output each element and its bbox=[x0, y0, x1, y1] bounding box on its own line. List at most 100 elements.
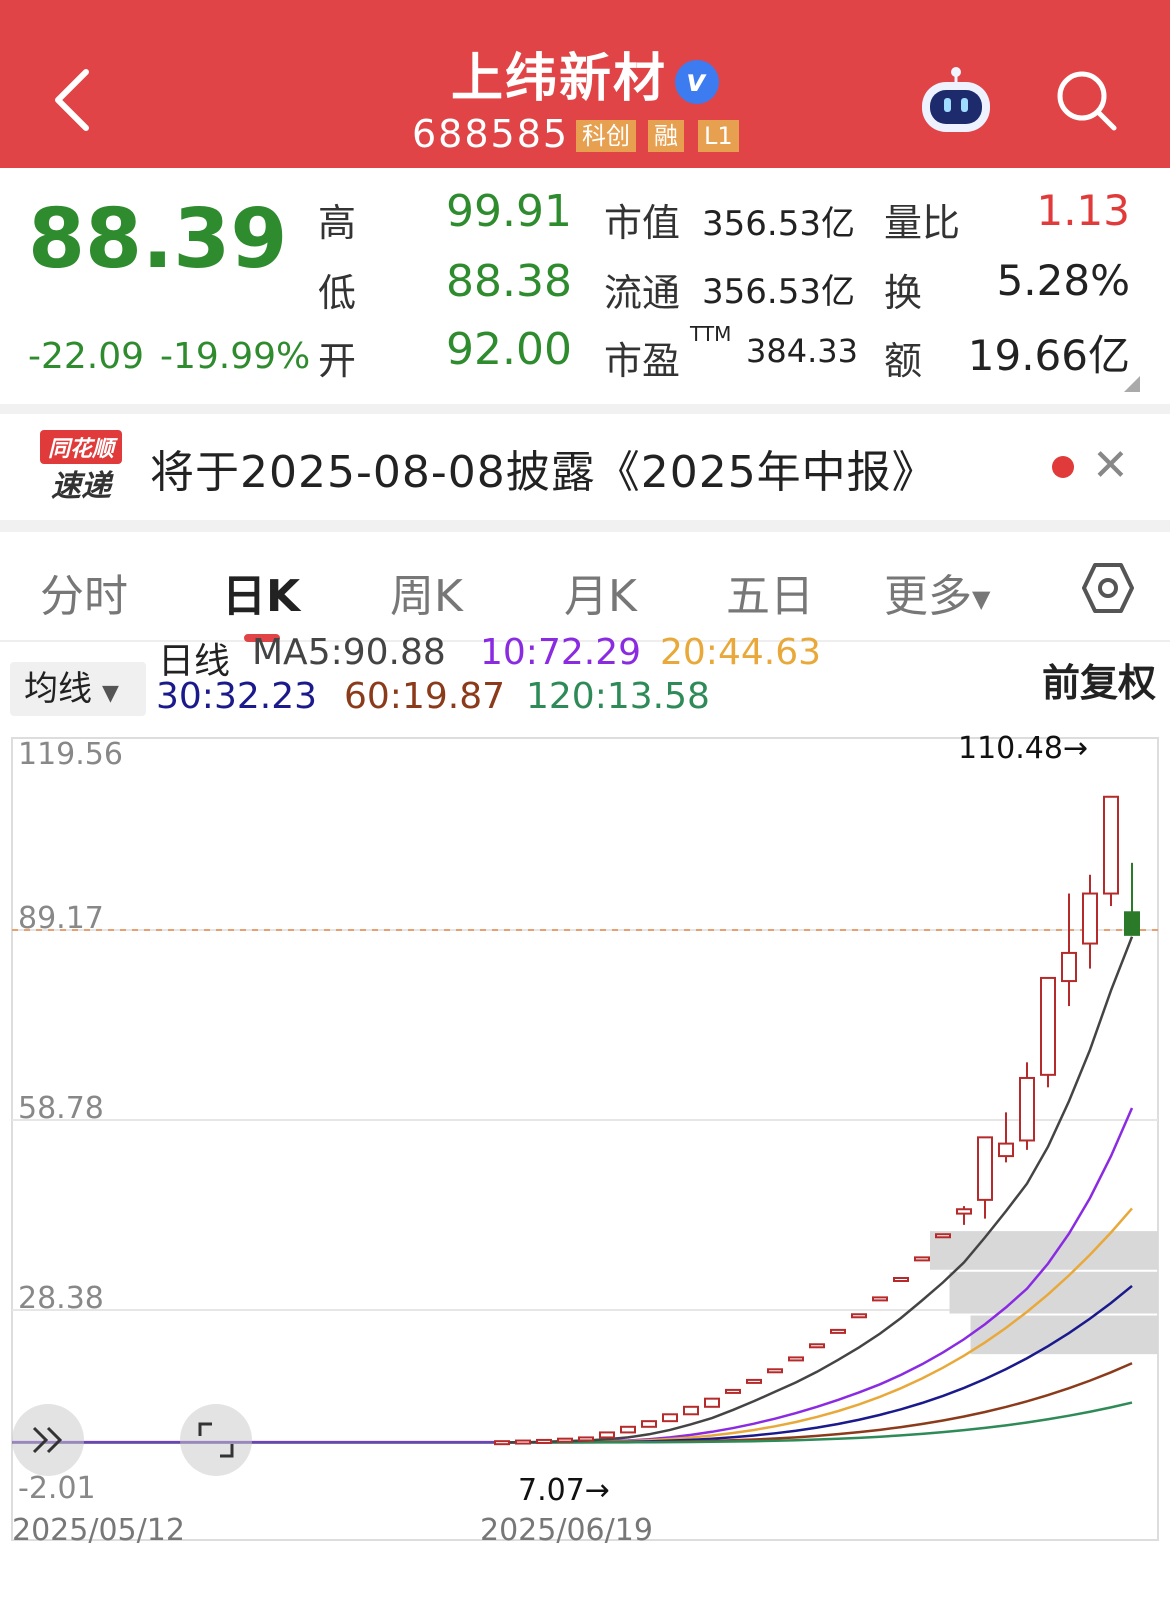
svg-text:速递: 速递 bbox=[51, 469, 114, 504]
svg-text:同花顺: 同花顺 bbox=[48, 437, 118, 462]
close-icon[interactable]: ✕ bbox=[1092, 440, 1129, 491]
open-value: 92.00 bbox=[446, 324, 572, 375]
candle-body bbox=[788, 1356, 804, 1362]
tab-daily-k[interactable]: 日K bbox=[222, 560, 300, 624]
divider bbox=[0, 404, 1170, 414]
ma120-value: 120:13.58 bbox=[526, 676, 710, 717]
tag-star-market: 科创 bbox=[576, 120, 636, 152]
high-value: 99.91 bbox=[446, 186, 572, 237]
tag-margin: 融 bbox=[648, 120, 684, 152]
stock-title: 上纬新材 v bbox=[0, 36, 1170, 111]
candle-body bbox=[515, 1439, 531, 1445]
ma20-value: 20:44.63 bbox=[660, 632, 821, 673]
stock-name: 上纬新材 bbox=[450, 49, 667, 109]
tab-intraday[interactable]: 分时 bbox=[40, 560, 128, 624]
unread-dot bbox=[1052, 456, 1074, 478]
vol-ratio-value: 1.13 bbox=[1036, 186, 1130, 235]
x-axis-label: 2025/05/12 bbox=[12, 1513, 185, 1548]
candle-body bbox=[557, 1437, 573, 1443]
candle-body bbox=[725, 1388, 741, 1394]
last-price: 88.39 bbox=[28, 192, 288, 287]
ma-selector-button[interactable]: 均线 ▼ bbox=[10, 662, 146, 716]
min-price-annotation: 7.07→ bbox=[518, 1473, 610, 1508]
app-header: 上纬新材 v 688585 科创 融 L1 bbox=[0, 0, 1170, 168]
verified-icon: v bbox=[675, 60, 719, 104]
y-tick-label: 28.38 bbox=[18, 1281, 104, 1316]
ma10-value: 10:72.29 bbox=[480, 632, 641, 673]
tab-more[interactable]: 更多▼ bbox=[884, 560, 990, 624]
tab-monthly-k[interactable]: 月K bbox=[564, 560, 637, 624]
candle-body bbox=[704, 1397, 720, 1408]
ma60-value: 60:19.87 bbox=[344, 676, 505, 717]
pe-value: 384.33 bbox=[746, 332, 858, 370]
turnover-label: 换 bbox=[884, 271, 923, 315]
turnover-value: 5.28% bbox=[996, 256, 1130, 305]
ma30-value: 30:32.23 bbox=[156, 676, 317, 717]
price-change: -22.09 bbox=[28, 336, 145, 377]
candle-body bbox=[1040, 976, 1056, 1076]
notice-text[interactable]: 将于2025-08-08披露《2025年中报》 bbox=[150, 436, 937, 500]
y-tick-label: -2.01 bbox=[18, 1471, 96, 1506]
vol-ratio-label: 量比 bbox=[884, 201, 961, 245]
tonghuashun-express-logo: 同花顺 速递 bbox=[40, 430, 122, 504]
ma10-line bbox=[502, 1107, 1134, 1444]
open-label: 开 bbox=[318, 339, 357, 383]
low-value: 88.38 bbox=[446, 256, 572, 307]
candle-body bbox=[935, 1233, 951, 1239]
candle-body bbox=[1019, 1076, 1035, 1142]
chip-distribution-block bbox=[949, 1271, 1158, 1314]
candle-body bbox=[662, 1413, 678, 1423]
y-tick-label: 119.56 bbox=[18, 737, 123, 772]
candle-body bbox=[536, 1438, 552, 1444]
candle-body bbox=[1124, 911, 1140, 936]
tab-weekly-k[interactable]: 周K bbox=[390, 560, 463, 624]
amount-label: 额 bbox=[884, 339, 923, 383]
candle-body bbox=[914, 1256, 930, 1262]
candle-body bbox=[746, 1378, 762, 1384]
candle-body bbox=[956, 1208, 972, 1215]
y-tick-label: 58.78 bbox=[18, 1091, 104, 1126]
adjust-mode[interactable]: 前复权 bbox=[1042, 652, 1156, 707]
candle-body bbox=[830, 1328, 846, 1334]
candle-body bbox=[851, 1313, 867, 1319]
ma5-line bbox=[502, 936, 1134, 1444]
expand-corner-icon[interactable] bbox=[1124, 376, 1140, 392]
x-axis-label: 2025/06/19 bbox=[480, 1513, 653, 1548]
candle-body bbox=[998, 1142, 1014, 1158]
candle-body bbox=[809, 1343, 825, 1349]
candle-body bbox=[683, 1405, 699, 1416]
chip-distribution-block bbox=[930, 1231, 1158, 1270]
candle-body bbox=[767, 1368, 783, 1374]
robot-assistant-icon[interactable] bbox=[918, 64, 994, 136]
mktcap-label: 市值 bbox=[604, 201, 681, 245]
candle-body bbox=[641, 1420, 657, 1428]
mktcap-value: 356.53亿 bbox=[702, 204, 855, 244]
candle-body bbox=[599, 1431, 615, 1439]
candle-body bbox=[578, 1436, 594, 1442]
kline-chart[interactable]: 119.5689.1758.7828.38-2.01110.48→7.07→20… bbox=[0, 730, 1170, 1560]
pe-label: 市盈 bbox=[604, 339, 681, 383]
tag-level1: L1 bbox=[698, 120, 739, 152]
divider bbox=[0, 520, 1170, 532]
settings-icon[interactable] bbox=[1082, 562, 1134, 614]
float-label: 流通 bbox=[604, 271, 681, 315]
amount-value: 19.66亿 bbox=[967, 331, 1130, 380]
candle-body bbox=[1082, 892, 1098, 945]
tab-more-label: 更多 bbox=[884, 571, 972, 622]
price-change-pct: -19.99% bbox=[160, 336, 311, 377]
candle-body bbox=[977, 1136, 993, 1201]
fullscreen-button bbox=[180, 1404, 252, 1476]
ma60-line bbox=[501, 1362, 1133, 1444]
tab-five-day[interactable]: 五日 bbox=[726, 560, 814, 624]
search-icon[interactable] bbox=[1054, 68, 1118, 132]
ma5-value: MA5:90.88 bbox=[252, 632, 446, 673]
candle-body bbox=[620, 1425, 636, 1434]
chevron-down-icon: ▼ bbox=[972, 585, 991, 613]
high-label: 高 bbox=[318, 201, 357, 245]
candle-body bbox=[893, 1277, 909, 1283]
candle-body bbox=[494, 1440, 510, 1446]
candle-body bbox=[872, 1296, 888, 1302]
caret-down-icon: ▼ bbox=[102, 681, 119, 706]
stock-code: 688585 bbox=[412, 112, 570, 156]
max-price-annotation: 110.48→ bbox=[958, 731, 1088, 766]
